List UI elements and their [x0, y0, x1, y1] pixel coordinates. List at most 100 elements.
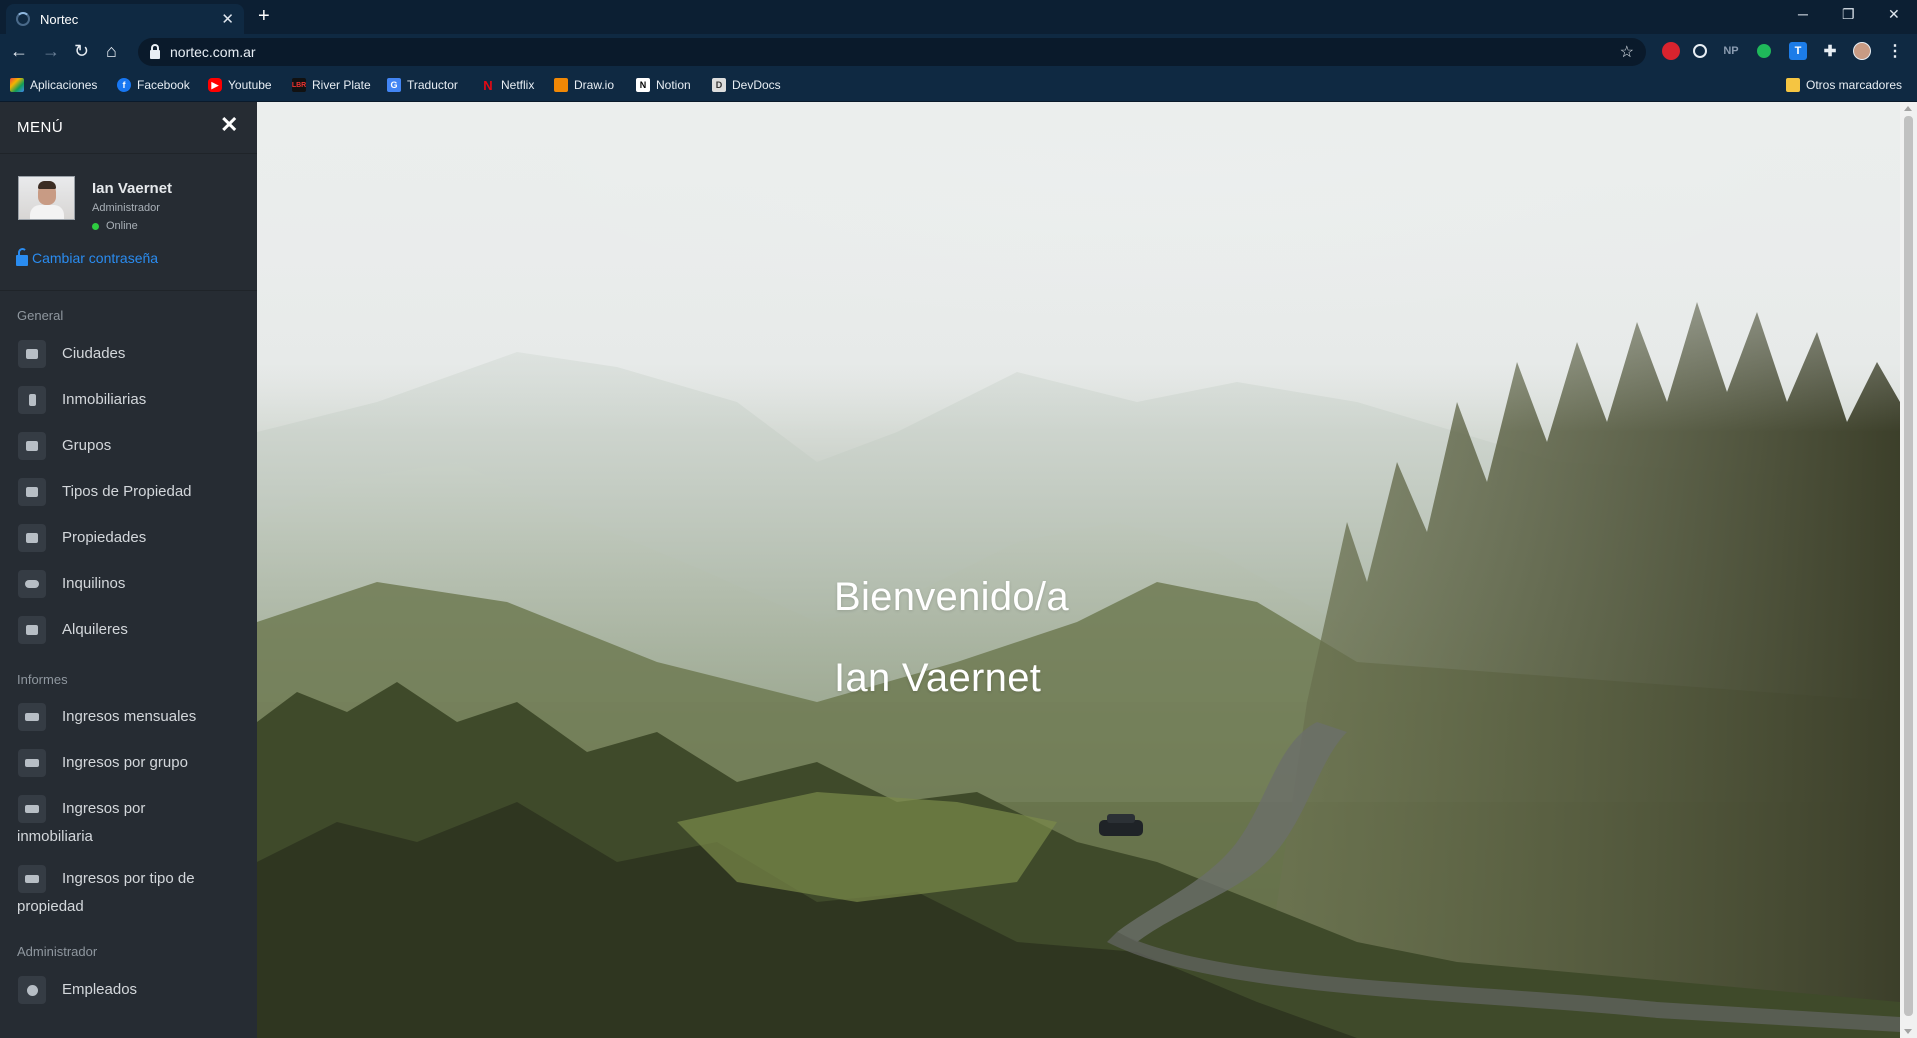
welcome-heading: Bienvenido/a	[834, 575, 1069, 619]
bookmark-label: Aplicaciones	[30, 78, 98, 92]
sidebar-item-label: Ingresos por inmobiliaria	[17, 800, 146, 845]
section-label-administrador: Administrador	[17, 944, 98, 959]
youtube-icon: ▶	[208, 78, 222, 92]
extension-translate-icon[interactable]: T	[1789, 42, 1807, 60]
new-tab-button[interactable]: +	[258, 6, 270, 26]
tab-title: Nortec	[40, 11, 79, 27]
home-icon[interactable]: ⌂	[106, 41, 117, 61]
section-label-informes: Informes	[17, 672, 68, 687]
sidebar-item-label: Ingresos por tipo de propiedad	[17, 870, 195, 915]
user-status: Online	[92, 220, 138, 232]
bookmark-notion[interactable]: N Notion	[636, 78, 691, 92]
bookmark-label: Facebook	[137, 78, 190, 92]
sidebar-item-label: Alquileres	[62, 621, 128, 638]
page-scrollbar[interactable]	[1900, 102, 1917, 1038]
close-window-button[interactable]: ✕	[1888, 6, 1900, 23]
browser-tab[interactable]: Nortec ✕	[6, 4, 244, 34]
user-profile: Ian Vaernet Administrador Online Cambiar…	[0, 154, 257, 291]
group-icon	[18, 432, 46, 460]
avatar	[18, 176, 75, 220]
extension-react-icon[interactable]	[1693, 44, 1707, 58]
folder-icon	[1786, 78, 1800, 92]
sidebar-item-label: Ingresos mensuales	[62, 708, 197, 725]
browser-toolbar: ← → ↻ ⌂ nortec.com.ar ☆	[0, 34, 1917, 70]
bookmark-star-icon[interactable]: ☆	[1620, 42, 1634, 62]
scrollbar-thumb[interactable]	[1904, 116, 1913, 1016]
city-icon	[18, 340, 46, 368]
bookmark-aplicaciones[interactable]: Aplicaciones	[10, 78, 97, 92]
sidebar: MENÚ ✕ Ian Vaernet Administrador Online …	[0, 102, 257, 1038]
profile-avatar-icon[interactable]	[1853, 42, 1871, 60]
handshake-icon	[18, 616, 46, 644]
bookmark-facebook[interactable]: f Facebook	[117, 78, 190, 92]
devdocs-icon: D	[712, 78, 726, 92]
sidebar-item-label: Tipos de Propiedad	[62, 483, 192, 500]
menu-header: MENÚ ✕	[0, 102, 257, 154]
apps-grid-icon	[10, 78, 24, 92]
minimize-button[interactable]: ─	[1798, 6, 1808, 22]
status-text: Online	[106, 220, 138, 232]
bookmark-label: River Plate	[312, 78, 371, 92]
sidebar-item-label: Inquilinos	[62, 575, 126, 592]
bookmark-netflix[interactable]: N Netflix	[481, 77, 535, 93]
restore-button[interactable]: ❐	[1842, 6, 1855, 23]
user-name: Ian Vaernet	[92, 180, 173, 197]
bookmark-label: DevDocs	[732, 78, 781, 92]
tab-close-icon[interactable]: ✕	[221, 10, 234, 28]
hero-landscape: Bienvenido/a Ian Vaernet	[257, 102, 1900, 1038]
bookmarks-bar: Aplicaciones f Facebook ▶ Youtube LBR Ri…	[0, 70, 1917, 102]
extension-adblock-icon[interactable]	[1662, 42, 1680, 60]
facebook-icon: f	[117, 78, 131, 92]
netflix-icon: N	[483, 77, 493, 93]
browser-tab-bar: Nortec ✕ + ─ ❐ ✕	[0, 0, 1917, 34]
scroll-down-arrow-icon[interactable]	[1904, 1029, 1912, 1034]
user-circle-icon	[18, 976, 46, 1004]
bookmark-traductor[interactable]: G Traductor	[387, 78, 458, 92]
extensions-puzzle-icon[interactable]: ✚	[1821, 42, 1839, 60]
river-plate-icon: LBR	[292, 78, 306, 92]
money-icon	[18, 749, 46, 777]
sidebar-item-label: Ciudades	[62, 345, 126, 362]
landscape-illustration	[257, 102, 1900, 1038]
sidebar-item-label: Ingresos por grupo	[62, 754, 188, 771]
extension-green-icon[interactable]	[1757, 44, 1771, 58]
extension-np-icon[interactable]: NP	[1722, 42, 1740, 60]
bookmark-label: Notion	[656, 78, 691, 92]
bookmark-devdocs[interactable]: D DevDocs	[712, 78, 781, 92]
user-role: Administrador	[92, 202, 160, 214]
address-bar[interactable]: nortec.com.ar ☆	[138, 38, 1646, 66]
notion-icon: N	[636, 78, 650, 92]
url-text: nortec.com.ar	[170, 44, 256, 60]
change-password-label: Cambiar contraseña	[32, 250, 159, 266]
translate-icon: G	[387, 78, 401, 92]
reload-icon[interactable]: ↻	[74, 41, 89, 61]
change-password-link[interactable]: Cambiar contraseña	[16, 247, 159, 266]
other-bookmarks[interactable]: Otros marcadores	[1786, 78, 1902, 92]
close-menu-icon[interactable]: ✕	[220, 114, 238, 136]
loading-spinner-icon	[16, 12, 30, 26]
section-label-general: General	[17, 308, 64, 323]
bookmark-label: Draw.io	[574, 78, 615, 92]
back-arrow-icon[interactable]: ←	[10, 41, 28, 61]
drawio-icon	[554, 78, 568, 92]
browser-menu-icon[interactable]: ⋮	[1886, 42, 1904, 60]
sidebar-item-label: Propiedades	[62, 529, 147, 546]
bookmark-youtube[interactable]: ▶ Youtube	[208, 78, 272, 92]
money-icon	[18, 703, 46, 731]
sidebar-item-label: Inmobiliarias	[62, 391, 147, 408]
users-icon	[18, 570, 46, 598]
menu-title: MENÚ	[17, 119, 64, 136]
bookmark-river-plate[interactable]: LBR River Plate	[292, 78, 371, 92]
bookmark-label: Otros marcadores	[1806, 78, 1903, 92]
bookmark-label: Youtube	[228, 78, 272, 92]
scroll-up-arrow-icon[interactable]	[1904, 106, 1912, 111]
sidebar-item-label: Grupos	[62, 437, 112, 454]
property-type-icon	[18, 478, 46, 506]
bookmark-label: Traductor	[407, 78, 458, 92]
bookmark-label: Netflix	[501, 78, 535, 92]
bookmark-drawio[interactable]: Draw.io	[554, 78, 614, 92]
forward-arrow-icon[interactable]: →	[42, 41, 60, 61]
lock-icon	[150, 43, 160, 59]
unlock-icon	[16, 247, 28, 266]
welcome-user-name: Ian Vaernet	[834, 656, 1042, 700]
